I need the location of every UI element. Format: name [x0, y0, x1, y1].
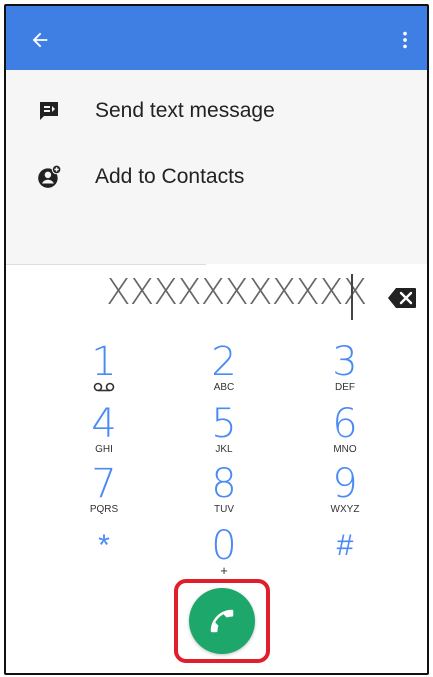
key-5[interactable]: 5 JKL — [174, 404, 274, 466]
key-letters: DEF — [335, 382, 355, 393]
key-hash[interactable]: # — [295, 526, 395, 588]
key-letters: GHI — [95, 444, 113, 455]
phone-icon — [210, 609, 234, 633]
text-cursor — [351, 274, 353, 320]
backspace-icon — [388, 288, 416, 308]
message-icon — [36, 98, 62, 124]
add-contact-icon — [36, 164, 62, 190]
add-to-contacts-option[interactable]: Add to Contacts — [6, 144, 427, 210]
key-4[interactable]: 4 GHI — [54, 404, 154, 466]
key-9[interactable]: 9 WXYZ — [295, 464, 395, 526]
backspace-button[interactable] — [386, 286, 418, 310]
key-digit: 6 — [332, 401, 358, 447]
key-7[interactable]: 7 PQRS — [54, 464, 154, 526]
key-digit: 9 — [332, 461, 358, 507]
key-8[interactable]: 8 TUV — [174, 464, 274, 526]
key-digit: 2 — [211, 339, 237, 385]
key-2[interactable]: 2 ABC — [174, 342, 274, 404]
dialed-number[interactable]: XXXXXXXXXXX — [106, 272, 367, 313]
divider — [6, 264, 206, 265]
key-3[interactable]: 3 DEF — [295, 342, 395, 404]
key-letters: TUV — [214, 504, 234, 515]
key-digit: 0 — [211, 523, 237, 569]
more-options-button[interactable] — [391, 26, 419, 54]
app-bar — [6, 6, 427, 70]
send-text-message-option[interactable]: Send text message — [6, 78, 427, 144]
key-digit: 4 — [91, 401, 117, 447]
suggestion-panel: Send text message Add to Contacts — [6, 70, 427, 264]
key-letters: WXYZ — [330, 504, 360, 515]
key-digit: 1 — [91, 339, 117, 385]
key-letters: ABC — [213, 382, 235, 393]
key-digit: # — [336, 529, 354, 562]
key-star[interactable]: * — [54, 526, 154, 588]
key-digit: 8 — [211, 461, 237, 507]
key-letters: JKL — [215, 444, 233, 455]
back-button[interactable] — [26, 26, 54, 54]
phone-screen: Send text message Add to Contacts XXXXXX… — [4, 4, 429, 675]
key-1[interactable]: 1 — [54, 342, 154, 404]
more-vert-icon — [403, 31, 407, 49]
key-digit: 7 — [91, 461, 117, 507]
add-to-contacts-label: Add to Contacts — [95, 165, 245, 188]
send-text-message-label: Send text message — [95, 99, 275, 122]
call-button[interactable] — [189, 588, 255, 654]
key-letters: MNO — [333, 444, 357, 455]
key-digit: 3 — [332, 339, 358, 385]
key-digit: * — [98, 529, 110, 562]
key-digit: 5 — [211, 401, 237, 447]
key-6[interactable]: 6 MNO — [295, 404, 395, 466]
arrow-left-icon — [32, 32, 48, 48]
key-letters: PQRS — [89, 504, 119, 515]
key-letters: + — [220, 563, 228, 578]
